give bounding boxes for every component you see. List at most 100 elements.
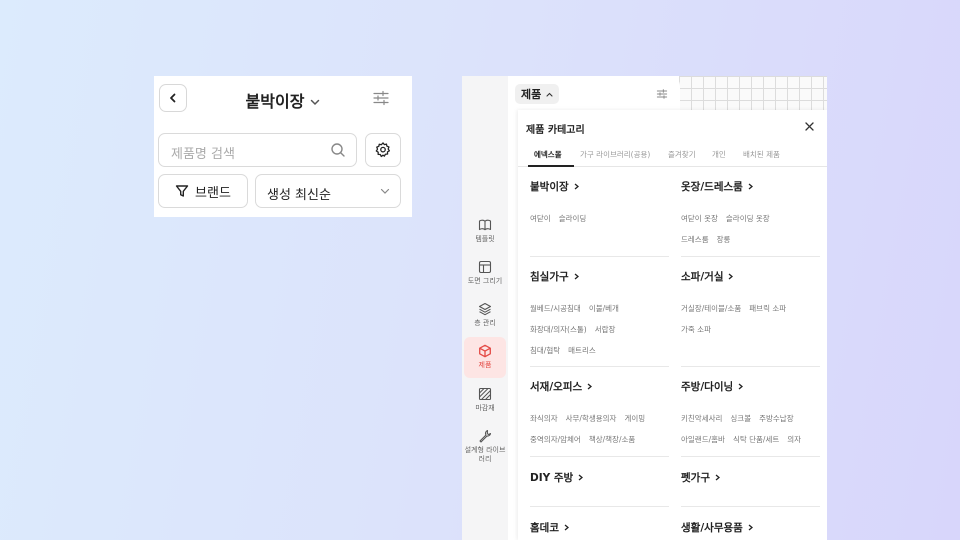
rail-item-design-library[interactable]: 설계형 라이브러리	[464, 429, 506, 464]
active-tab-indicator	[528, 165, 574, 167]
chevron-right-icon	[578, 474, 584, 481]
category-link[interactable]: 여닫이 옷장	[681, 214, 718, 223]
section-header[interactable]: 옷장/드레스룸	[681, 179, 821, 194]
section-divider	[530, 456, 669, 457]
category-section: 소파/거실 거실장/테이블/소품 패브릭 소파 가죽 소파	[681, 269, 821, 340]
section-header[interactable]: 홈데코	[530, 520, 670, 535]
brand-filter-button[interactable]: 브랜드	[158, 174, 248, 208]
chevron-right-icon	[748, 524, 753, 531]
section-header[interactable]: 생활/사무용품	[681, 520, 821, 535]
product-filter-panel: 붙박이장 제품명 검색 브랜드 생성 최신순	[154, 76, 412, 217]
section-header[interactable]: 붙박이장	[530, 179, 670, 194]
category-section: 펫가구	[681, 470, 821, 485]
section-header[interactable]: 침실가구	[530, 269, 670, 284]
category-link[interactable]: 여닫이	[530, 214, 551, 223]
rail-label: 마감재	[475, 404, 495, 412]
section-divider	[681, 256, 820, 257]
section-title: 홈데코	[530, 522, 559, 534]
category-link[interactable]: 주방수납장	[759, 414, 794, 423]
category-section: 생활/사무용품	[681, 520, 821, 535]
gear-icon	[375, 142, 391, 158]
rail-item-floors[interactable]: 층 관리	[464, 302, 506, 328]
product-category-chip[interactable]: 제품	[515, 84, 560, 104]
close-button[interactable]	[805, 122, 814, 131]
chevron-right-icon	[738, 383, 744, 390]
rail-label: 설계형 라이브러리	[464, 446, 506, 463]
category-section: 붙박이장 여닫이 슬라이딩	[530, 179, 670, 229]
category-link[interactable]: 패브릭 소파	[749, 304, 786, 313]
chevron-right-icon	[729, 273, 734, 280]
category-link[interactable]: 슬라이딩	[559, 214, 587, 223]
category-link[interactable]: 책상/책장/소품	[589, 435, 635, 444]
tab-furniture-library[interactable]: 가구 라이브러리(공용)	[580, 149, 650, 160]
product-panel-header: 제품	[508, 76, 680, 110]
sort-select[interactable]: 생성 최신순	[255, 174, 401, 208]
rail-item-template[interactable]: 템플릿	[464, 218, 506, 244]
layers-icon	[478, 302, 492, 316]
category-section: 침실가구 월베드/시공침대 이불/베개 화장대/의자(스툴) 서랍장 침대/협탁 매트…	[530, 269, 670, 361]
brand-label: 브랜드	[195, 185, 231, 201]
search-icon[interactable]	[330, 142, 346, 158]
category-link[interactable]: 게이밍	[624, 414, 645, 423]
section-divider	[530, 256, 669, 257]
category-link[interactable]: 슬라이딩 옷장	[726, 214, 770, 223]
category-link[interactable]: 침대/협탁	[530, 346, 560, 355]
settings-button[interactable]	[365, 133, 401, 167]
canvas-grid[interactable]	[679, 76, 827, 110]
category-link[interactable]: 월베드/시공침대	[530, 304, 581, 313]
category-link[interactable]: 거실장/테이블/소품	[681, 304, 741, 313]
section-divider	[681, 456, 820, 457]
chip-label: 제품	[521, 88, 542, 101]
section-header[interactable]: 서재/오피스	[530, 379, 670, 394]
category-link[interactable]: 의자	[787, 435, 801, 444]
category-link[interactable]: 가죽 소파	[681, 325, 711, 334]
section-title: 생활/사무용품	[681, 522, 743, 534]
tab-favorites[interactable]: 즐겨찾기	[668, 149, 696, 160]
category-link[interactable]: 식탁 단품/세트	[733, 435, 779, 444]
category-link[interactable]: 매트리스	[568, 346, 596, 355]
tool-rail: 템플릿 도면 그리기 층 관리 제품 마감재 설계형 라이브러리	[462, 76, 508, 540]
sort-label: 생성 최신순	[267, 188, 331, 203]
section-header[interactable]: 소파/거실	[681, 269, 821, 284]
chevron-right-icon	[715, 474, 720, 481]
category-link[interactable]: 서랍장	[595, 325, 616, 334]
category-link[interactable]: 아일랜드/홈바	[681, 435, 725, 444]
section-header[interactable]: 펫가구	[681, 470, 821, 485]
category-link[interactable]: 이불/베개	[589, 304, 619, 313]
filter-settings-button[interactable]	[656, 88, 668, 100]
section-header[interactable]: DIY 주방	[530, 470, 670, 485]
tab-enex-mall[interactable]: 에넥스몰	[534, 149, 562, 160]
texture-icon	[478, 387, 492, 401]
category-link[interactable]: 드레스룸	[681, 235, 709, 244]
product-search-input[interactable]: 제품명 검색	[158, 133, 357, 167]
section-title: 붙박이장	[530, 181, 569, 193]
section-divider	[681, 506, 820, 507]
rail-item-products[interactable]: 제품	[464, 337, 506, 378]
category-link[interactable]: 사무/학생용의자	[566, 414, 617, 423]
section-header[interactable]: 주방/다이닝	[681, 379, 827, 394]
category-link[interactable]: 좌식의자	[530, 414, 558, 423]
section-title: 펫가구	[681, 472, 710, 484]
chevron-right-icon	[564, 524, 569, 531]
product-category-popup: 제품 카테고리 에넥스몰 가구 라이브러리(공용) 즐겨찾기 개인 배치된 제품…	[518, 110, 827, 540]
tab-placed-products[interactable]: 배치된 제품	[743, 149, 780, 160]
category-link[interactable]: 싱크볼	[730, 414, 751, 423]
sliders-icon	[656, 89, 668, 99]
tab-personal[interactable]: 개인	[712, 149, 726, 160]
rail-item-finishes[interactable]: 마감재	[464, 387, 506, 413]
category-tabs: 에넥스몰 가구 라이브러리(공용) 즐겨찾기 개인 배치된 제품	[518, 143, 827, 167]
section-title: 옷장/드레스룸	[681, 181, 743, 193]
chevron-up-icon	[546, 92, 553, 97]
category-link[interactable]: 장롱	[717, 235, 731, 244]
rail-label: 층 관리	[474, 319, 496, 327]
category-link[interactable]: 키친악세사리	[681, 414, 722, 423]
chevron-down-icon	[380, 188, 390, 194]
category-link[interactable]: 중역의자/암체어	[530, 435, 581, 444]
section-title: DIY 주방	[530, 472, 574, 484]
rail-item-floorplan[interactable]: 도면 그리기	[464, 260, 506, 286]
filter-settings-button[interactable]	[372, 89, 390, 107]
section-divider	[530, 506, 669, 507]
chevron-right-icon	[587, 383, 593, 390]
category-link[interactable]: 화장대/의자(스툴)	[530, 325, 587, 334]
chevron-right-icon	[574, 273, 579, 280]
